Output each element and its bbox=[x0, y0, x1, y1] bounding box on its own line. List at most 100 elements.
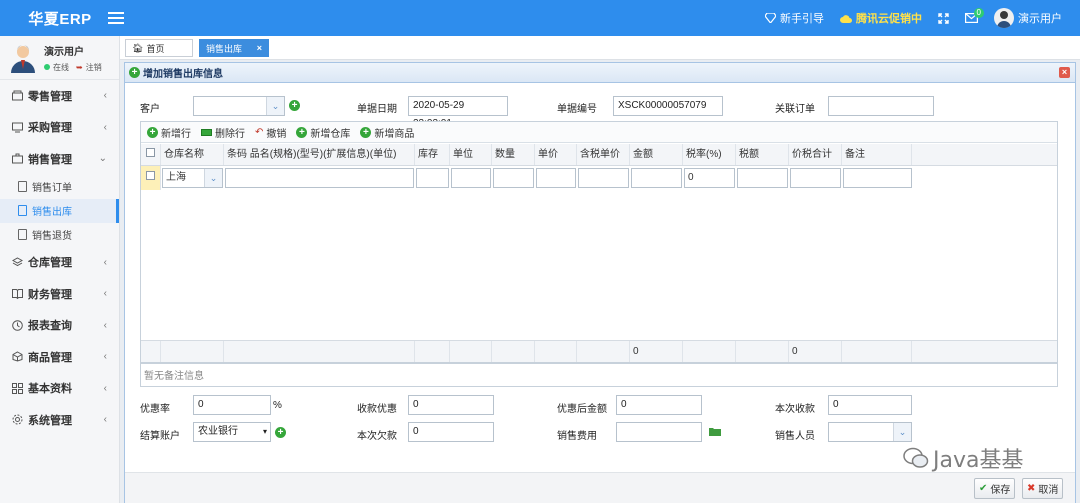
col-price[interactable]: 单价 bbox=[535, 144, 577, 165]
number-input[interactable]: XSCK00000057079 bbox=[613, 96, 723, 116]
footer-cell bbox=[161, 341, 224, 362]
sidebar-item-goods[interactable]: 商品管理 ‹ bbox=[0, 341, 119, 373]
add-customer-button[interactable]: + bbox=[289, 100, 300, 111]
sidebar-item-label: 销售管理 bbox=[28, 153, 72, 166]
after-discount-label: 优惠后金额 bbox=[557, 404, 607, 415]
table-row[interactable]: 上海 ⌄ 0 bbox=[141, 166, 1057, 190]
sidebar-item-retail[interactable]: 零售管理 ‹ bbox=[0, 80, 119, 112]
tax-rate-input[interactable]: 0 bbox=[684, 168, 735, 188]
menu-toggle-icon[interactable] bbox=[108, 12, 124, 24]
warehouse-select[interactable]: 上海 ⌄ bbox=[162, 168, 223, 188]
col-amount[interactable]: 金额 bbox=[630, 144, 683, 165]
add-row-button[interactable]: + 新增行 bbox=[147, 125, 191, 140]
date-input[interactable]: 2020-05-29 23:03:01 bbox=[408, 96, 508, 129]
sidebar-item-label: 报表查询 bbox=[28, 320, 72, 333]
sidebar-item-reports[interactable]: 报表查询 ‹ bbox=[0, 310, 119, 342]
col-total[interactable]: 价税合计 bbox=[789, 144, 842, 165]
add-goods-button[interactable]: + 新增商品 bbox=[360, 125, 414, 140]
guide-link[interactable]: 新手引导 bbox=[765, 10, 824, 26]
chevron-left-icon: ‹ bbox=[103, 121, 107, 133]
add-warehouse-label: 新增仓库 bbox=[310, 128, 351, 140]
save-label: 保存 bbox=[990, 485, 1011, 496]
chevron-down-icon: ⌄ bbox=[266, 97, 284, 115]
add-account-button[interactable]: + bbox=[275, 427, 286, 438]
total-input[interactable] bbox=[790, 168, 841, 188]
quantity-input[interactable] bbox=[493, 168, 534, 188]
tax-amount-input[interactable] bbox=[737, 168, 788, 188]
tab-bar: 🏠︎ 首页 销售出库 × bbox=[120, 36, 1080, 60]
caret-down-icon: ▾ bbox=[262, 427, 267, 436]
footer-cell bbox=[141, 341, 161, 362]
sales-fee-input[interactable] bbox=[616, 422, 702, 442]
related-order-input[interactable] bbox=[828, 96, 934, 116]
user-menu[interactable]: 演示用户 bbox=[994, 8, 1062, 28]
col-tax-amount[interactable]: 税额 bbox=[736, 144, 789, 165]
logout-link[interactable]: 注销 bbox=[86, 62, 102, 73]
col-barcode[interactable]: 条码 bbox=[227, 149, 247, 160]
save-button[interactable]: ✔ 保存 bbox=[974, 478, 1016, 499]
col-stock[interactable]: 库存 bbox=[415, 144, 450, 165]
col-tax-rate[interactable]: 税率(%) bbox=[683, 144, 736, 165]
delete-row-button[interactable]: 删除行 bbox=[201, 125, 245, 140]
sidebar-item-finance[interactable]: 财务管理 ‹ bbox=[0, 278, 119, 310]
sidebar-item-system[interactable]: 系统管理 ‹ bbox=[0, 404, 119, 436]
sidebar-item-purchase[interactable]: 采购管理 ‹ bbox=[0, 112, 119, 144]
fullscreen-button[interactable] bbox=[938, 12, 949, 24]
folder-icon[interactable] bbox=[709, 427, 721, 439]
col-remark[interactable]: 备注 bbox=[842, 144, 912, 165]
tab-close-icon[interactable]: × bbox=[257, 43, 262, 53]
sidebar-item-label: 基本资料 bbox=[28, 383, 72, 396]
col-quantity[interactable]: 数量 bbox=[492, 144, 535, 165]
stock-input[interactable] bbox=[416, 168, 449, 188]
related-order-label: 关联订单 bbox=[775, 104, 815, 115]
salesperson-select[interactable]: ⌄ bbox=[828, 422, 912, 442]
sidebar-item-sales[interactable]: 销售管理 ⌄ bbox=[0, 143, 119, 175]
app-logo[interactable]: 华夏ERP bbox=[0, 8, 120, 29]
sidebar-item-label: 系统管理 bbox=[28, 414, 72, 427]
debt-input[interactable]: 0 bbox=[408, 422, 494, 442]
remark-textarea[interactable]: 暂无备注信息 bbox=[140, 363, 1058, 387]
discount-rate-input[interactable]: 0 bbox=[193, 395, 271, 415]
sidebar-item-label: 商品管理 bbox=[28, 351, 72, 364]
undo-button[interactable]: ↶ 撤销 bbox=[255, 125, 286, 140]
panel-title: 增加销售出库信息 bbox=[143, 69, 223, 80]
col-tax-price[interactable]: 含税单价 bbox=[577, 144, 630, 165]
col-unit[interactable]: 单位 bbox=[450, 144, 492, 165]
col-warehouse[interactable]: 仓库名称 bbox=[161, 144, 224, 165]
this-collect-input[interactable]: 0 bbox=[828, 395, 912, 415]
tab-sales-out[interactable]: 销售出库 × bbox=[199, 39, 269, 57]
sales-fee-label: 销售费用 bbox=[557, 431, 597, 442]
after-discount-input[interactable]: 0 bbox=[616, 395, 702, 415]
col-goods-name[interactable]: 品名(规格)(型号)(扩展信息)(单位) bbox=[250, 149, 397, 160]
select-all-checkbox[interactable] bbox=[141, 144, 161, 165]
collect-discount-input[interactable]: 0 bbox=[408, 395, 494, 415]
tab-home[interactable]: 🏠︎ 首页 bbox=[125, 39, 193, 57]
add-warehouse-button[interactable]: + 新增仓库 bbox=[296, 125, 350, 140]
home-icon: 🏠︎ bbox=[132, 42, 144, 53]
account-select[interactable]: 农业银行 ▾ bbox=[193, 422, 271, 442]
close-panel-button[interactable]: × bbox=[1059, 67, 1070, 78]
row-checkbox[interactable] bbox=[141, 166, 161, 190]
goods-input[interactable] bbox=[225, 168, 414, 188]
add-row-label: 新增行 bbox=[161, 128, 191, 140]
sidebar-subitem-sales-return[interactable]: 销售退货 bbox=[0, 223, 119, 247]
promo-link[interactable]: 腾讯云促销中 bbox=[840, 10, 922, 26]
mail-button[interactable]: 0 bbox=[965, 8, 984, 23]
sidebar-item-warehouse[interactable]: 仓库管理 ‹ bbox=[0, 247, 119, 279]
footer-cell bbox=[736, 341, 789, 362]
sidebar-subitem-sales-order[interactable]: 销售订单 bbox=[0, 175, 119, 199]
customer-select[interactable]: ⌄ bbox=[193, 96, 285, 116]
grid-toolbar: + 新增行 删除行 ↶ 撤销 + 新增仓库 + 新增商品 bbox=[141, 122, 1057, 143]
debt-label: 本次欠款 bbox=[357, 431, 397, 442]
cancel-button[interactable]: ✖ 取消 bbox=[1022, 478, 1064, 499]
amount-input[interactable] bbox=[631, 168, 682, 188]
sidebar-item-basic[interactable]: 基本资料 ‹ bbox=[0, 373, 119, 405]
cancel-label: 取消 bbox=[1038, 485, 1059, 496]
tab-active-label: 销售出库 bbox=[206, 43, 243, 54]
unit-input[interactable] bbox=[451, 168, 491, 188]
remark-cell-input[interactable] bbox=[843, 168, 912, 188]
sidebar-subitem-sales-out[interactable]: 销售出库 bbox=[0, 198, 119, 223]
online-status: 在线 bbox=[53, 62, 69, 72]
price-input[interactable] bbox=[536, 168, 576, 188]
tax-price-input[interactable] bbox=[578, 168, 629, 188]
